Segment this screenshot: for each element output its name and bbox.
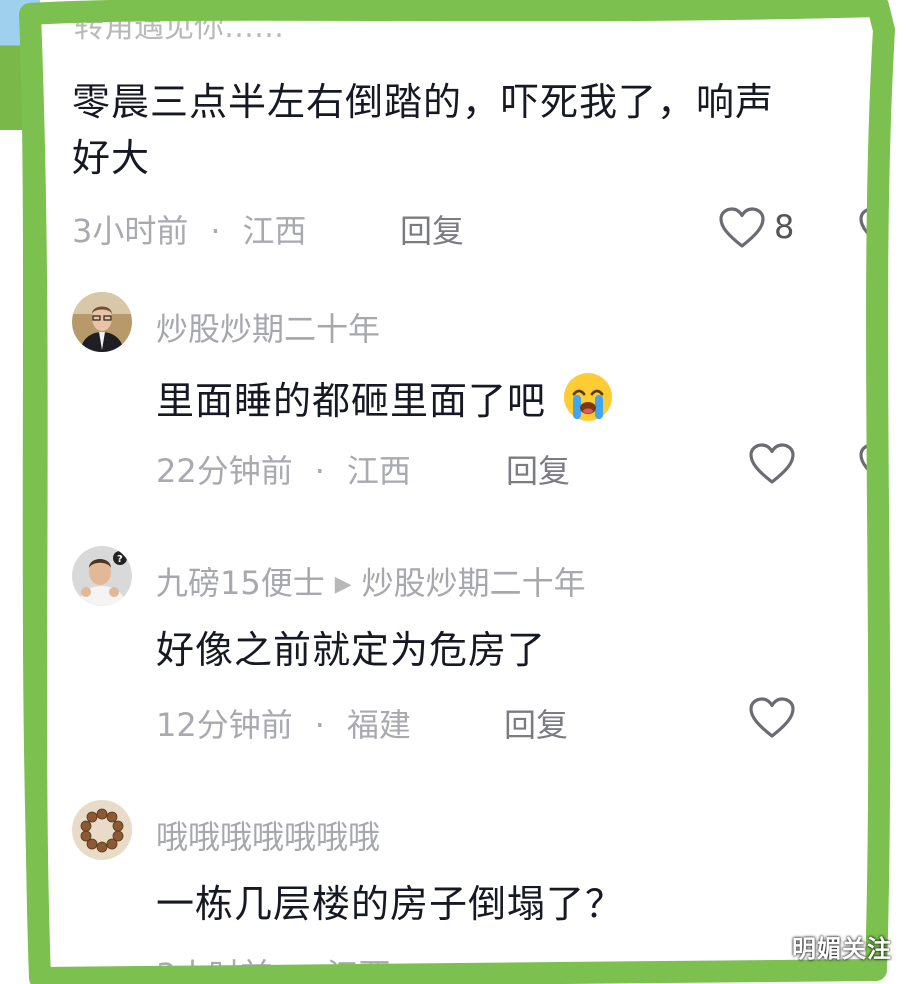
comment-text: 好像之前就定为危房了: [156, 628, 547, 672]
comment-username[interactable]: 哦哦哦哦哦哦哦: [156, 812, 380, 858]
avatar[interactable]: ?: [72, 546, 132, 606]
comment-text: 一栋几层楼的房子倒塌了？: [156, 882, 625, 926]
comment-time: 22分钟前: [156, 452, 293, 490]
like-heart-icon[interactable]: [718, 206, 766, 250]
comment-meta: 3小时前 · 江西: [72, 206, 307, 252]
separator: ·: [314, 452, 325, 490]
separator: ·: [210, 212, 221, 250]
avatar[interactable]: [72, 800, 132, 860]
comment-location: 江西: [346, 452, 411, 490]
comment-text-content: 里面睡的都砸里面了吧: [156, 379, 547, 423]
comment-time: 3小时前: [156, 956, 272, 974]
comment-meta: 12分钟前 · 福建: [156, 700, 411, 746]
comment-text-line: 零晨三点半左右倒踏的，吓死我了，响声: [72, 80, 775, 124]
comment-list[interactable]: 转角遇见你…… 零晨三点半左右倒踏的，吓死我了，响声 好大 3小时前 · 江西 回复…: [46, 14, 872, 974]
reply-button[interactable]: 回复: [400, 206, 464, 252]
reply-to-username[interactable]: 炒股炒期二十年: [362, 564, 586, 602]
comment-text-line: 好大: [72, 136, 151, 180]
comment-text: 里面睡的都砸里面了吧: [156, 370, 615, 429]
like-heart-icon[interactable]: [748, 442, 796, 486]
comment-meta: 22分钟前 · 江西: [156, 446, 411, 492]
partial-username: 转角遇见你……: [74, 14, 284, 45]
reply-arrow-icon: ▶: [334, 572, 352, 597]
sub-like-heart-icon[interactable]: [858, 206, 872, 250]
comment-location: 福建: [346, 706, 411, 744]
reply-button[interactable]: 回复: [506, 446, 570, 492]
comment-username[interactable]: 炒股炒期二十年: [156, 304, 380, 350]
comment-meta: 3小时前 · 江西: [156, 950, 391, 974]
sub-like-heart-icon[interactable]: [858, 442, 872, 486]
comment-username-row: 九磅15便士 ▶ 炒股炒期二十年: [156, 558, 586, 604]
reply-button[interactable]: 回复: [504, 700, 568, 746]
separator: ·: [314, 706, 325, 744]
separator: ·: [294, 956, 304, 974]
comment-time: 3小时前: [72, 212, 189, 250]
comment-text: 零晨三点半左右倒踏的，吓死我了，响声 好大: [72, 74, 872, 186]
comment-location: 江西: [327, 956, 391, 974]
comment-time: 12分钟前: [156, 706, 293, 744]
crying-face-icon: [564, 373, 613, 421]
avatar[interactable]: [72, 292, 132, 352]
watermark: 明媚关注: [792, 935, 892, 963]
svg-text:?: ?: [117, 554, 123, 565]
comment-location: 江西: [242, 212, 307, 250]
like-heart-icon[interactable]: [748, 696, 796, 740]
like-count: 8: [774, 208, 795, 246]
background-scenery: [0, 0, 40, 130]
comment-username[interactable]: 九磅15便士: [156, 564, 325, 602]
